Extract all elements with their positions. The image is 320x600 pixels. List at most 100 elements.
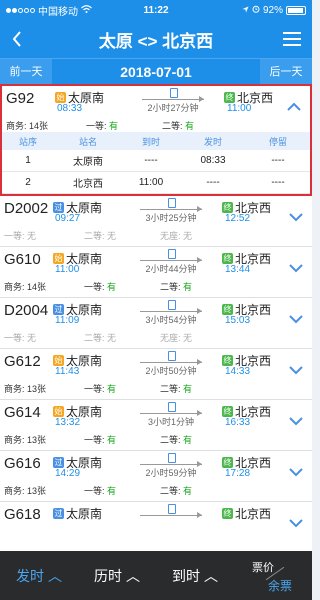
collapse-button[interactable] — [286, 100, 302, 114]
terminus-tag: 终 — [222, 457, 233, 468]
chevron-up-icon: ︿ — [125, 567, 140, 584]
seat-business: 商务: 13张 — [4, 435, 47, 445]
terminus-tag: 终 — [222, 304, 233, 315]
chevron-up-icon: ︿ — [47, 567, 62, 584]
chevron-left-icon — [12, 31, 21, 47]
sort-price-tab[interactable]: 票价 余票 — [234, 551, 312, 600]
stop-table: 站序 站名 到时 发时 停留 1 太原南 ---- 08:33 ---- 2 北… — [2, 132, 310, 194]
stop-table-header: 站序 站名 到时 发时 停留 — [2, 132, 310, 150]
chevron-down-icon — [289, 519, 303, 528]
seat-second: 二等: 有 — [160, 486, 193, 496]
signal-icon — [6, 7, 35, 13]
expand-button[interactable] — [288, 210, 304, 224]
remain-label: 余票 — [268, 579, 293, 593]
expand-button[interactable] — [288, 312, 304, 326]
chevron-down-icon — [289, 366, 303, 375]
duration: 2小时44分钟 — [145, 264, 197, 274]
seat-second: 二等: 有 — [160, 435, 193, 445]
train-row[interactable]: D2004 过太原南 11:09 3小时54分钟 终北京西 15:03 一等: … — [0, 298, 312, 349]
duration: 3小时25分钟 — [145, 213, 197, 223]
menu-button[interactable] — [272, 20, 312, 58]
train-icon — [168, 198, 176, 208]
seat-standing: 无座: 无 — [160, 333, 193, 343]
expand-button[interactable] — [288, 516, 304, 530]
sort-arrive-tab[interactable]: 到时 ︿ — [156, 566, 234, 586]
seat-first: 一等: 有 — [84, 486, 117, 496]
train-code: G612 — [4, 353, 41, 370]
train-icon — [170, 88, 178, 98]
train-list: G92 始太原南 08:33 2小时27分钟 终北京西 11:00 商务: 14… — [0, 84, 312, 553]
arrive-time: 16:33 — [225, 417, 251, 428]
sort-depart-tab[interactable]: 发时 ︿ — [0, 566, 78, 586]
prev-day-button[interactable]: 前一天 — [0, 59, 52, 84]
depart-time: 11:09 — [55, 315, 80, 326]
train-row[interactable]: G612 始太原南 11:43 2小时50分钟 终北京西 14:33 商务: 1… — [0, 349, 312, 400]
seat-business: 商务: 14张 — [4, 282, 47, 292]
terminus-tag: 终 — [222, 508, 233, 519]
sort-duration-tab[interactable]: 历时 ︿ — [78, 566, 156, 586]
seat-first: 一等: 有 — [86, 121, 119, 131]
stop-row: 2 北京西 11:00 ---- ---- — [2, 172, 310, 194]
battery-percent: 92% — [262, 4, 283, 16]
passing-tag: 过 — [53, 202, 64, 213]
train-row[interactable]: D2002 过太原南 09:27 3小时25分钟 终北京西 12:52 一等: … — [0, 196, 312, 247]
terminus-tag: 终 — [222, 202, 233, 213]
train-code: G616 — [4, 455, 41, 472]
price-label: 票价 — [252, 562, 274, 574]
selected-date[interactable]: 2018-07-01 — [52, 64, 260, 80]
depart-time: 08:33 — [57, 103, 83, 114]
arrive-time: 12:52 — [225, 213, 251, 224]
chevron-down-icon — [289, 315, 303, 324]
duration: 3小时1分钟 — [147, 417, 194, 427]
seat-second: 二等: 有 — [160, 384, 193, 394]
expand-button[interactable] — [288, 363, 304, 377]
duration-arrow — [140, 249, 202, 263]
duration-arrow — [140, 300, 202, 314]
from-station: 太原南 — [66, 507, 103, 521]
expand-button[interactable] — [288, 465, 304, 479]
train-row-expanded[interactable]: G92 始太原南 08:33 2小时27分钟 终北京西 11:00 商务: 14… — [0, 84, 312, 196]
duration-arrow — [140, 453, 202, 467]
seat-second: 二等: 无 — [84, 333, 117, 343]
origin-tag: 始 — [53, 355, 64, 366]
train-code: G610 — [4, 251, 41, 268]
status-bar: 中国移动 11:22 92% — [0, 0, 312, 20]
train-icon — [168, 249, 176, 259]
seat-standing: 无座: 无 — [160, 231, 193, 241]
route-title: 太原 <> 北京西 — [98, 31, 214, 51]
train-row[interactable]: G616 过太原南 14:29 2小时59分钟 终北京西 17:28 商务: 1… — [0, 451, 312, 502]
duration-arrow — [140, 402, 202, 416]
duration-arrow — [140, 198, 202, 212]
terminus-tag: 终 — [222, 406, 233, 417]
duration: 2小时59分钟 — [145, 468, 197, 478]
seat-first: 一等: 无 — [4, 333, 37, 343]
train-row[interactable]: G614 始太原南 13:32 3小时1分钟 终北京西 16:33 商务: 13… — [0, 400, 312, 451]
depart-time: 11:43 — [55, 366, 80, 377]
origin-tag: 始 — [53, 406, 64, 417]
duration: 2小时50分钟 — [145, 366, 197, 376]
duration-arrow — [142, 88, 204, 102]
train-code: D2002 — [4, 200, 49, 217]
location-icon — [242, 5, 249, 16]
terminus-tag: 终 — [222, 253, 233, 264]
next-day-button[interactable]: 后一天 — [260, 59, 312, 84]
back-button[interactable] — [0, 20, 34, 58]
train-row[interactable]: G610 始太原南 11:00 2小时44分钟 终北京西 13:44 商务: 1… — [0, 247, 312, 298]
seat-business: 商务: 13张 — [4, 486, 47, 496]
seat-second: 二等: 有 — [162, 121, 195, 131]
sort-tab-bar: 发时 ︿ 历时 ︿ 到时 ︿ 票价 余票 — [0, 551, 312, 600]
train-icon — [168, 453, 176, 463]
carrier: 中国移动 — [38, 6, 78, 18]
train-row[interactable]: G618 过太原南 终北京西 — [0, 502, 312, 553]
duration-arrow — [140, 504, 202, 518]
duration: 2小时27分钟 — [147, 103, 199, 113]
seat-business: 商务: 13张 — [4, 384, 47, 394]
expand-button[interactable] — [288, 414, 304, 428]
seat-first: 一等: 无 — [4, 231, 37, 241]
seat-second: 二等: 有 — [160, 282, 193, 292]
menu-icon — [283, 32, 301, 34]
terminus-tag: 终 — [224, 92, 235, 103]
train-icon — [168, 504, 176, 514]
expand-button[interactable] — [288, 261, 304, 275]
train-code: G92 — [6, 90, 35, 107]
